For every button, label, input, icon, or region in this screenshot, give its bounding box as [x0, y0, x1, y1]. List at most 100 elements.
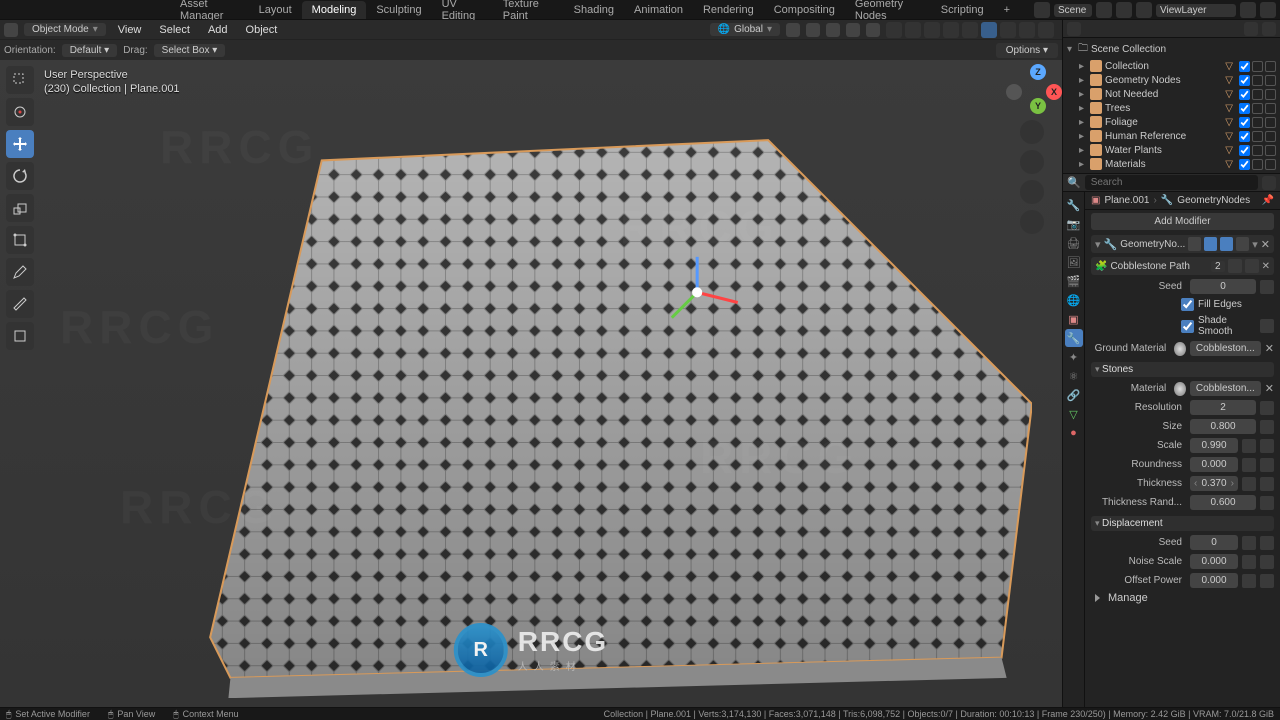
- value-ground-material[interactable]: Cobbleston...: [1190, 341, 1261, 356]
- outliner-exclude-checkbox[interactable]: [1239, 117, 1250, 128]
- hide-viewport-icon[interactable]: [1252, 145, 1263, 156]
- scene-new-icon[interactable]: [1096, 2, 1112, 18]
- value-thickness[interactable]: ‹ 0.370 ›: [1190, 476, 1238, 491]
- size-dot-icon[interactable]: [1260, 420, 1274, 434]
- outliner-exclude-checkbox[interactable]: [1239, 145, 1250, 156]
- ptab-data[interactable]: ▽: [1065, 405, 1083, 423]
- value-noise-scale[interactable]: 0.000: [1190, 554, 1238, 569]
- value-seed[interactable]: 0: [1190, 279, 1256, 294]
- row-manage[interactable]: Manage: [1091, 592, 1274, 604]
- axis-neg-icon[interactable]: [1006, 84, 1022, 100]
- shading-matprev-icon[interactable]: [1000, 22, 1016, 38]
- outliner-item[interactable]: ▸ Human Reference ▽: [1063, 129, 1280, 143]
- outliner-new-collection-icon[interactable]: [1262, 22, 1276, 36]
- tool-rotate[interactable]: [6, 162, 34, 190]
- viewlayer-name-field[interactable]: ViewLayer: [1156, 4, 1236, 17]
- axis-z-icon[interactable]: Z: [1030, 64, 1046, 80]
- outliner-item[interactable]: ▸ Materials ▽: [1063, 157, 1280, 171]
- hide-render-icon[interactable]: [1265, 61, 1276, 72]
- value-size[interactable]: 0.800: [1190, 419, 1256, 434]
- tool-scale[interactable]: [6, 194, 34, 222]
- tab-animation[interactable]: Animation: [624, 1, 693, 19]
- shading-solid-icon[interactable]: [981, 22, 997, 38]
- tool-transform[interactable]: [6, 226, 34, 254]
- mod-toggle-render-icon[interactable]: [1220, 237, 1233, 251]
- ptab-constraints[interactable]: 🔗: [1065, 386, 1083, 404]
- ground-mat-clear-icon[interactable]: ✕: [1265, 342, 1274, 355]
- shade-extra-icon[interactable]: [1260, 319, 1274, 333]
- nodegroup-name[interactable]: Cobblestone Path: [1110, 261, 1208, 272]
- shading-rendered-icon[interactable]: [1019, 22, 1035, 38]
- xray-toggle-icon[interactable]: [943, 22, 959, 38]
- thickr-dot-icon[interactable]: [1260, 496, 1274, 510]
- checkbox-fill-edges[interactable]: [1181, 298, 1194, 311]
- hide-render-icon[interactable]: [1265, 131, 1276, 142]
- axis-x-icon[interactable]: X: [1046, 84, 1062, 100]
- value-thickness-rand[interactable]: 0.600: [1190, 495, 1256, 510]
- hide-render-icon[interactable]: [1265, 103, 1276, 114]
- snap-icon[interactable]: [806, 23, 820, 37]
- ptab-physics[interactable]: ⚛: [1065, 367, 1083, 385]
- nodegroup-duplicate-icon[interactable]: [1245, 259, 1259, 273]
- round-dot-icon[interactable]: [1260, 458, 1274, 472]
- ptab-scene[interactable]: 🎬: [1065, 272, 1083, 290]
- chevron-right-icon[interactable]: ▸: [1079, 89, 1087, 100]
- chevron-right-icon[interactable]: ▸: [1079, 159, 1087, 170]
- offset-dot-icon[interactable]: [1260, 574, 1274, 588]
- viewlayer-delete-icon[interactable]: [1260, 2, 1276, 18]
- scale-dot-icon[interactable]: [1260, 439, 1274, 453]
- gizmo-toggle-icon[interactable]: [905, 22, 921, 38]
- drag-dropdown[interactable]: Select Box ▾: [154, 44, 226, 57]
- dseed-extra-icon[interactable]: [1242, 536, 1256, 550]
- hide-viewport-icon[interactable]: [1252, 89, 1263, 100]
- dseed-dot-icon[interactable]: [1260, 536, 1274, 550]
- vp-menu-view[interactable]: View: [112, 21, 148, 39]
- nodegroup-fake-user-icon[interactable]: [1228, 259, 1242, 273]
- nodegroup-unlink-icon[interactable]: ✕: [1262, 261, 1270, 272]
- tool-add-cube[interactable]: [6, 322, 34, 350]
- shading-options-icon[interactable]: [1038, 22, 1054, 38]
- overlay-toggle-icon[interactable]: [924, 22, 940, 38]
- ptab-material[interactable]: ●: [1065, 424, 1083, 442]
- mod-toggle-cage-icon[interactable]: [1236, 237, 1249, 251]
- hide-render-icon[interactable]: [1265, 89, 1276, 100]
- tab-rendering[interactable]: Rendering: [693, 1, 764, 19]
- tab-layout[interactable]: Layout: [249, 1, 302, 19]
- hide-viewport-icon[interactable]: [1252, 61, 1263, 72]
- scene-name-field[interactable]: Scene: [1054, 4, 1092, 17]
- vp-menu-select[interactable]: Select: [153, 21, 196, 39]
- hide-viewport-icon[interactable]: [1252, 117, 1263, 128]
- noise-extra-icon[interactable]: [1242, 555, 1256, 569]
- hide-render-icon[interactable]: [1265, 75, 1276, 86]
- scene-browse-icon[interactable]: [1034, 2, 1050, 18]
- hide-viewport-icon[interactable]: [1252, 75, 1263, 86]
- subhead-stones[interactable]: Stones: [1091, 362, 1274, 377]
- subhead-displacement[interactable]: Displacement: [1091, 516, 1274, 531]
- outliner-exclude-checkbox[interactable]: [1239, 131, 1250, 142]
- ptab-world[interactable]: 🌐: [1065, 291, 1083, 309]
- outliner-filter-funnel-icon[interactable]: [1262, 176, 1276, 190]
- viewlayer-browse-icon[interactable]: [1136, 2, 1152, 18]
- shading-wireframe-icon[interactable]: [962, 22, 978, 38]
- outliner-exclude-checkbox[interactable]: [1239, 61, 1250, 72]
- seed-keyframe-icon[interactable]: [1260, 280, 1274, 294]
- chevron-right-icon[interactable]: ▸: [1079, 75, 1087, 86]
- tool-move[interactable]: [6, 130, 34, 158]
- value-resolution[interactable]: 2: [1190, 400, 1256, 415]
- mod-toggle-edit-icon[interactable]: [1188, 237, 1201, 251]
- value-material[interactable]: Cobbleston...: [1190, 381, 1261, 396]
- visibility-toggle-icon[interactable]: [886, 22, 902, 38]
- chevron-right-icon[interactable]: ▸: [1079, 145, 1087, 156]
- viewport-options-dropdown[interactable]: Options ▾: [996, 43, 1058, 58]
- ptab-render[interactable]: 📷: [1065, 215, 1083, 233]
- hide-render-icon[interactable]: [1265, 159, 1276, 170]
- outliner-exclude-checkbox[interactable]: [1239, 159, 1250, 170]
- tab-shading[interactable]: Shading: [564, 1, 624, 19]
- ptab-object[interactable]: ▣: [1065, 310, 1083, 328]
- outliner-editor-icon[interactable]: [1067, 22, 1081, 36]
- chevron-right-icon[interactable]: ▸: [1079, 103, 1087, 114]
- tool-annotate[interactable]: [6, 258, 34, 286]
- thick-dot-icon[interactable]: [1260, 477, 1274, 491]
- value-offset-power[interactable]: 0.000: [1190, 573, 1238, 588]
- resolution-dot-icon[interactable]: [1260, 401, 1274, 415]
